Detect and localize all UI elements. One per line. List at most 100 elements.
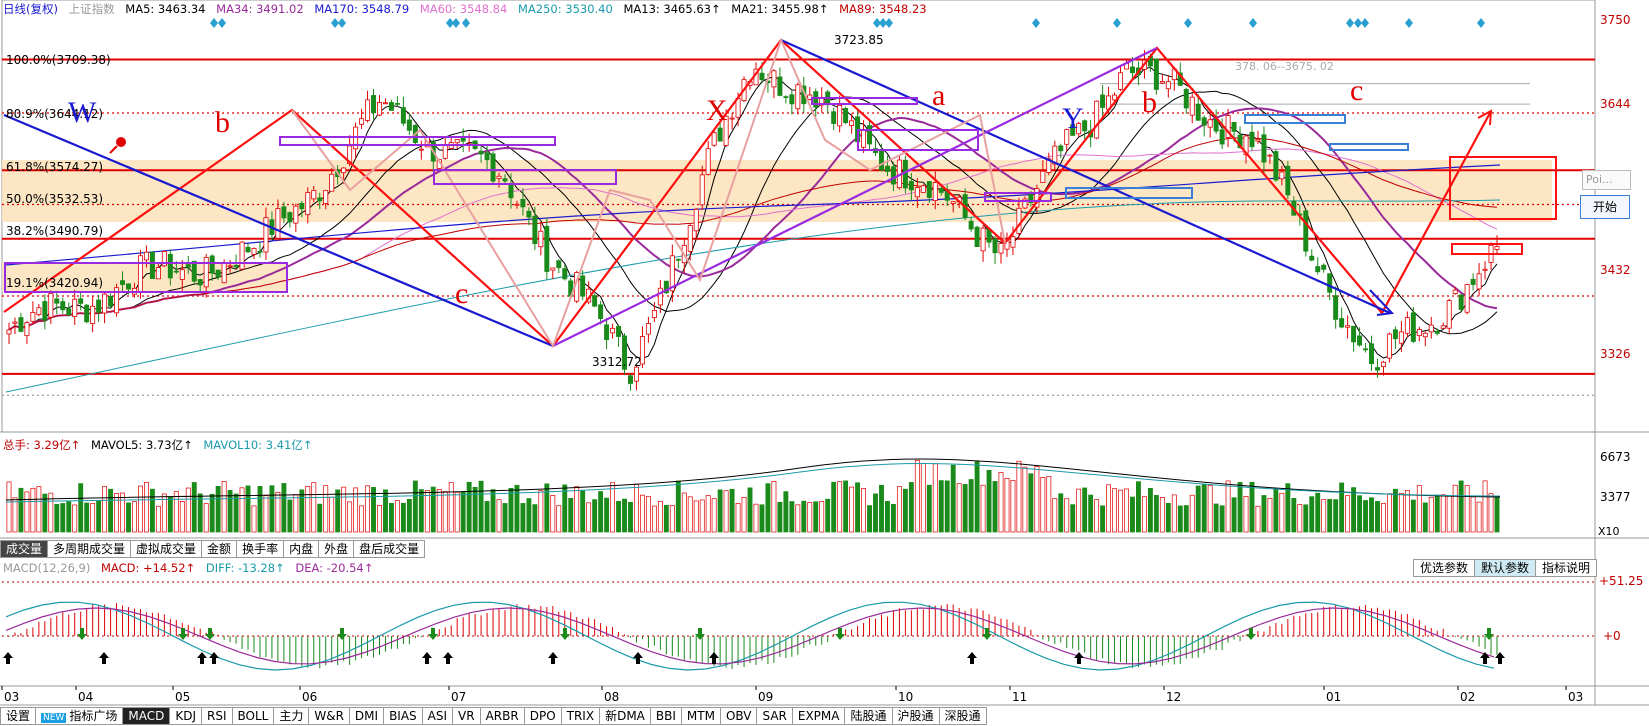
- tab-after-hours-volume[interactable]: 盘后成交量: [354, 540, 426, 558]
- index-label: 上证指数: [68, 2, 115, 16]
- volume-bar: [371, 487, 376, 533]
- tab-macd[interactable]: MACD: [123, 707, 171, 725]
- candle-body: [90, 305, 96, 325]
- tab-turnover[interactable]: 换手率: [237, 540, 285, 558]
- volume-bar: [1464, 485, 1470, 533]
- volume-bar: [729, 488, 735, 533]
- volume-bar: [1183, 505, 1189, 533]
- volume-bar: [1094, 499, 1100, 533]
- chart-canvas[interactable]: 3750 3644 3432 3326 6673 3377 X10 +51.25…: [0, 0, 1649, 725]
- optimal-params-button[interactable]: 优选参数: [1412, 559, 1475, 577]
- signal-diamond: [1477, 18, 1485, 28]
- sell-arrow-icon: [178, 628, 188, 640]
- candle-body: [365, 99, 371, 121]
- tab-settings[interactable]: 设置: [0, 707, 37, 725]
- tab-mtm[interactable]: MTM: [681, 707, 721, 725]
- tab-kdj[interactable]: KDJ: [170, 707, 202, 725]
- volume-bar: [765, 483, 771, 533]
- tab-expma[interactable]: EXPMA: [792, 707, 846, 725]
- tab-dmi[interactable]: DMI: [349, 707, 385, 725]
- volume-bar: [239, 487, 245, 533]
- tab-vr[interactable]: VR: [453, 707, 481, 725]
- tab-lugutong[interactable]: 陆股通: [845, 707, 893, 725]
- tab-arbr[interactable]: ARBR: [480, 707, 525, 725]
- candle-body: [30, 312, 36, 322]
- volume-bar: [651, 505, 657, 533]
- poi-input[interactable]: Poi...: [1582, 170, 1631, 190]
- month-label: 09: [758, 690, 773, 704]
- tab-main-force[interactable]: 主力: [274, 707, 310, 725]
- tab-multi-period-volume[interactable]: 多周期成交量: [48, 540, 132, 558]
- default-params-button[interactable]: 默认参数: [1473, 559, 1536, 577]
- candle-body: [54, 298, 60, 304]
- signal-diamond: [462, 18, 470, 28]
- tab-volume[interactable]: 成交量: [0, 540, 49, 558]
- tab-virtual-volume[interactable]: 虚拟成交量: [131, 540, 203, 558]
- tab-dpo[interactable]: DPO: [524, 707, 562, 725]
- volume-bar: [699, 499, 705, 533]
- volume-bar: [759, 504, 765, 533]
- tab-boll[interactable]: BOLL: [232, 707, 275, 725]
- buy-arrow-icon: [443, 652, 453, 664]
- signal-diamond: [218, 18, 226, 28]
- volume-bar: [251, 505, 257, 533]
- volume-bar: [1034, 466, 1040, 533]
- tab-new-dma[interactable]: 新DMA: [600, 707, 651, 725]
- volume-bar: [795, 504, 801, 533]
- candle-body: [215, 269, 221, 278]
- signal-diamond: [210, 18, 218, 28]
- volume-bar: [693, 500, 699, 533]
- volume-tick-3377: 3377: [1600, 490, 1631, 504]
- volume-bar: [1141, 496, 1147, 533]
- tab-wr[interactable]: W&R: [309, 707, 350, 725]
- tab-shengutong[interactable]: 深股通: [939, 707, 987, 725]
- volume-bar: [1130, 496, 1135, 533]
- tab-indicator-plaza-label: 指标广场: [69, 709, 118, 723]
- volume-bar: [311, 482, 317, 533]
- tab-rsi[interactable]: RSI: [202, 707, 233, 725]
- volume-bar: [42, 493, 48, 533]
- candle-body: [908, 181, 914, 191]
- volume-bar: [1058, 493, 1064, 533]
- volume-bar: [442, 491, 448, 533]
- candle-body: [938, 188, 944, 193]
- volume-bar: [126, 502, 131, 533]
- tab-amount[interactable]: 金额: [202, 540, 238, 558]
- tab-trix[interactable]: TRIX: [561, 707, 601, 725]
- candle-body: [837, 104, 843, 127]
- period-label[interactable]: 日线(复权): [3, 2, 58, 16]
- tab-obv[interactable]: OBV: [720, 707, 758, 725]
- tab-bbi[interactable]: BBI: [650, 707, 682, 725]
- volume-bar: [1124, 488, 1129, 533]
- volume-bar: [783, 491, 789, 533]
- tab-sar[interactable]: SAR: [757, 707, 793, 725]
- volume-bar: [138, 485, 143, 533]
- tab-asi[interactable]: ASI: [422, 707, 454, 725]
- volume-bar: [1219, 505, 1225, 533]
- candle-body: [1428, 324, 1434, 333]
- volume-bar: [717, 489, 723, 533]
- volume-bar: [1112, 488, 1117, 533]
- candle-body: [550, 267, 556, 271]
- indicator-help-button[interactable]: 指标说明: [1534, 559, 1597, 577]
- volume-bar: [114, 493, 119, 533]
- candle-body: [191, 260, 197, 282]
- candle-body: [209, 255, 215, 274]
- volume-bar: [305, 485, 311, 533]
- signal-diamond: [1361, 18, 1369, 28]
- volume-bar: [1488, 493, 1494, 533]
- candle-body: [789, 94, 795, 105]
- tab-bias[interactable]: BIAS: [384, 707, 423, 725]
- tab-outer-volume[interactable]: 外盘: [319, 540, 355, 558]
- volume-bar: [819, 501, 825, 533]
- tab-indicator-plaza[interactable]: NEW 指标广场: [36, 707, 124, 725]
- volume-bar: [831, 481, 837, 533]
- tab-hugutong[interactable]: 沪股通: [892, 707, 940, 725]
- volume-bar: [885, 500, 890, 533]
- start-button[interactable]: 开始: [1580, 195, 1630, 219]
- candle-body: [1183, 89, 1189, 109]
- tab-inner-volume[interactable]: 内盘: [284, 540, 320, 558]
- candle-body: [1357, 335, 1363, 346]
- volume-bar: [245, 485, 251, 533]
- volume-bar: [634, 483, 639, 533]
